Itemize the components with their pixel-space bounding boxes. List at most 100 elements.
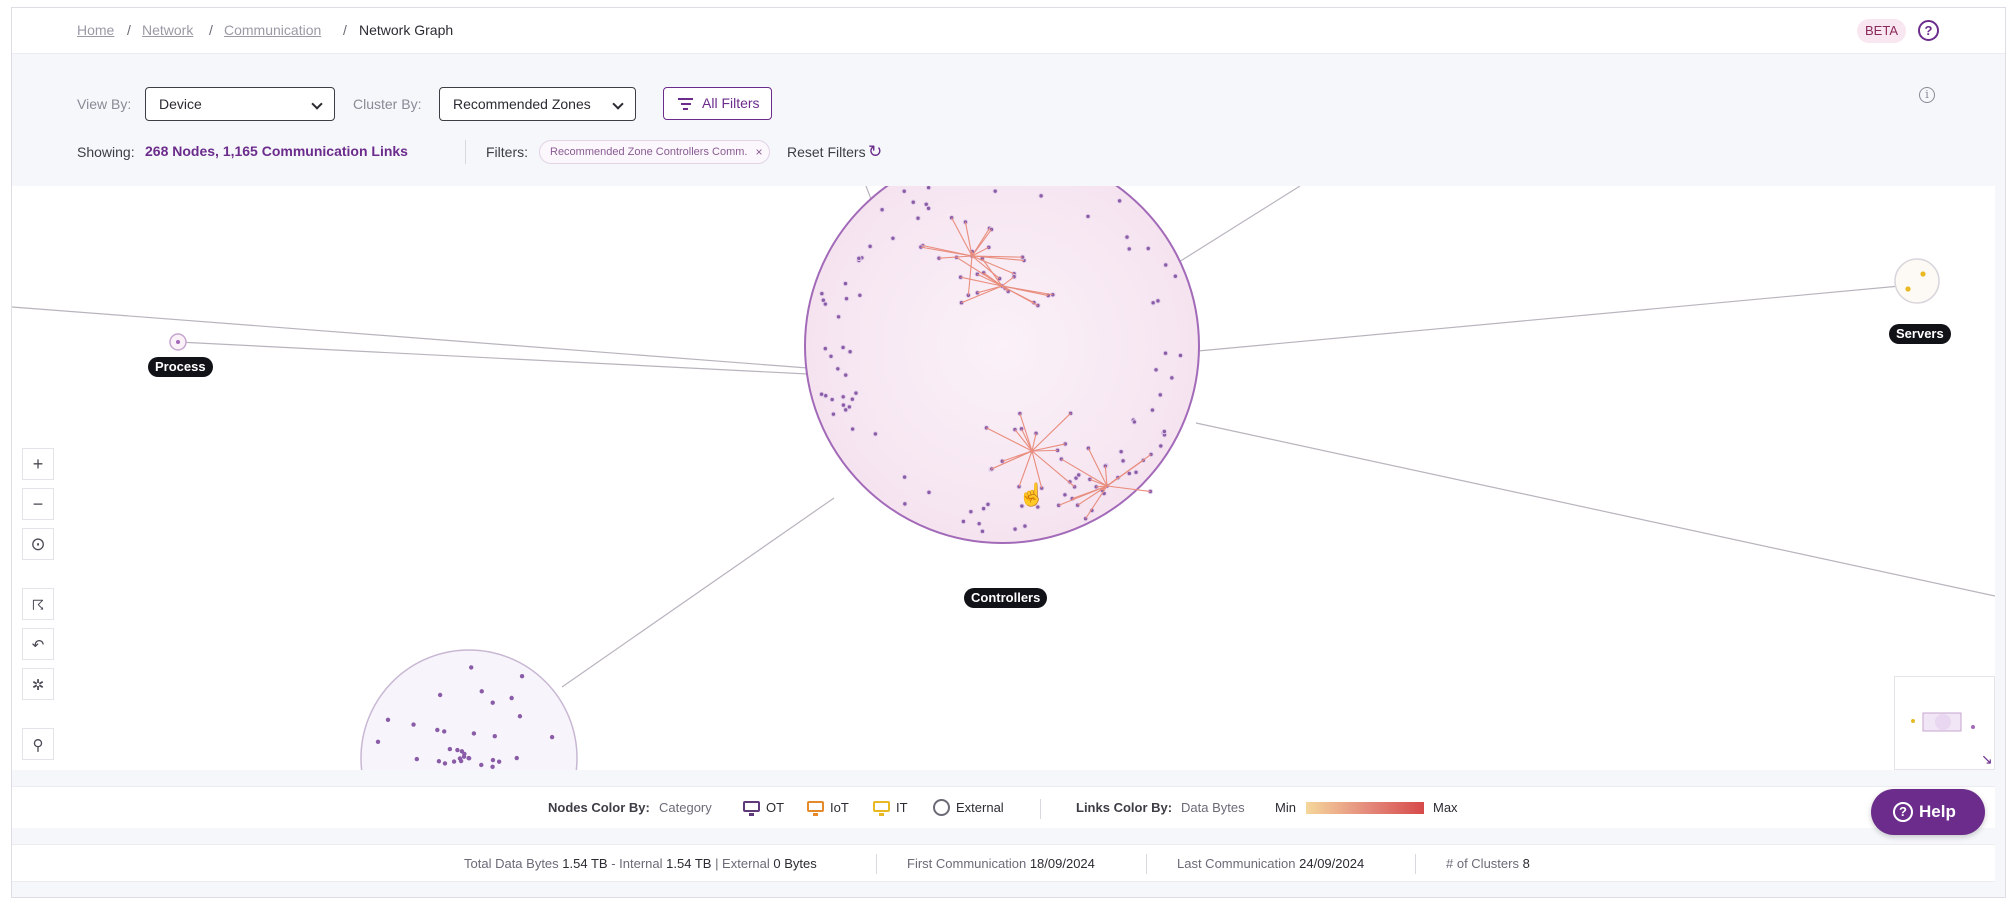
layout-button[interactable]: ✲ [22, 668, 54, 700]
breadcrumb-network[interactable]: Network [142, 22, 193, 38]
device-node[interactable] [915, 215, 921, 221]
device-node[interactable] [840, 344, 846, 351]
view-by-select[interactable]: Device [145, 87, 335, 121]
device-node[interactable] [471, 731, 477, 736]
device-node[interactable] [490, 700, 495, 705]
network-graph-canvas[interactable]: Process Controllers Servers ☝ + − ⊙ ☈ ↶ … [12, 186, 1995, 770]
reset-filters-button[interactable]: Reset Filters [787, 144, 866, 160]
info-icon[interactable]: i [1919, 87, 1935, 103]
device-node[interactable] [1177, 352, 1184, 359]
device-node[interactable] [1087, 476, 1093, 483]
device-node[interactable] [466, 756, 472, 761]
device-node[interactable] [1163, 262, 1169, 268]
device-node[interactable] [926, 489, 932, 496]
device-node[interactable] [819, 290, 825, 297]
device-node[interactable] [840, 402, 847, 408]
device-node[interactable] [457, 756, 463, 761]
device-node[interactable] [435, 727, 440, 733]
device-node[interactable] [983, 425, 990, 431]
device-node[interactable] [1120, 458, 1126, 464]
device-node[interactable] [901, 188, 907, 194]
paint-button[interactable]: ☈ [22, 588, 54, 620]
device-node[interactable] [436, 759, 442, 764]
device-node[interactable] [974, 271, 981, 277]
device-node[interactable] [1022, 523, 1028, 529]
device-node[interactable] [856, 255, 862, 262]
device-node[interactable] [835, 314, 842, 320]
device-node[interactable] [840, 394, 846, 400]
device-node[interactable] [902, 501, 908, 507]
device-node[interactable] [479, 689, 484, 694]
device-node[interactable] [1062, 492, 1068, 498]
device-node[interactable] [968, 508, 974, 515]
device-node[interactable] [1124, 234, 1130, 240]
zoom-in-button[interactable]: + [22, 448, 54, 480]
device-node[interactable] [828, 353, 834, 360]
controllers-cluster[interactable] [804, 186, 1200, 544]
device-node[interactable] [1149, 407, 1156, 413]
close-icon[interactable]: × [755, 141, 762, 163]
device-node[interactable] [867, 243, 873, 250]
device-node[interactable] [986, 244, 992, 251]
device-node[interactable] [492, 734, 497, 739]
device-node[interactable] [1118, 448, 1124, 455]
device-node[interactable] [843, 372, 849, 378]
device-node[interactable] [469, 665, 474, 670]
search-button[interactable]: ⚲ [22, 728, 54, 760]
device-node[interactable] [514, 755, 519, 761]
recenter-button[interactable]: ⊙ [22, 528, 54, 560]
device-node[interactable] [479, 762, 484, 768]
unnamed-cluster[interactable] [360, 649, 578, 770]
device-node[interactable] [910, 199, 916, 205]
zoom-out-button[interactable]: − [22, 488, 54, 520]
device-node[interactable] [490, 757, 496, 763]
device-node[interactable] [1133, 469, 1139, 475]
device-node[interactable] [437, 692, 443, 698]
device-node[interactable] [414, 756, 420, 762]
device-node[interactable] [490, 764, 495, 769]
device-node[interactable] [847, 349, 853, 355]
device-node[interactable] [451, 759, 457, 764]
device-node[interactable] [923, 201, 929, 208]
all-filters-button[interactable]: All Filters [663, 87, 772, 120]
device-node[interactable] [1157, 392, 1163, 398]
device-node[interactable] [375, 739, 381, 744]
device-node[interactable] [455, 747, 460, 753]
device-node[interactable] [1038, 193, 1044, 199]
device-node[interactable] [509, 695, 514, 701]
device-node[interactable] [549, 734, 555, 740]
device-node[interactable] [1172, 273, 1179, 279]
device-node[interactable] [1162, 350, 1169, 356]
device-node[interactable] [843, 295, 850, 302]
device-node[interactable] [985, 501, 991, 508]
device-node[interactable] [958, 300, 965, 306]
servers-cluster[interactable] [1894, 258, 1940, 304]
cluster-label-servers[interactable]: Servers [1889, 324, 1951, 344]
device-node[interactable] [960, 518, 967, 525]
device-node[interactable] [830, 411, 837, 417]
device-node[interactable] [1158, 443, 1164, 449]
device-node[interactable] [979, 528, 986, 535]
device-node[interactable] [879, 207, 885, 213]
device-node[interactable] [835, 366, 841, 372]
device-node[interactable] [1076, 472, 1082, 478]
device-node[interactable] [992, 188, 998, 194]
device-node[interactable] [846, 404, 853, 410]
filter-chip[interactable]: Recommended Zone Controllers Comm. × [539, 140, 771, 164]
device-node[interactable] [842, 280, 849, 287]
device-node[interactable] [442, 729, 447, 734]
device-node[interactable] [857, 292, 863, 298]
device-node[interactable] [829, 396, 835, 403]
device-node[interactable] [442, 761, 448, 766]
cluster-label-process[interactable]: Process [148, 357, 213, 377]
device-node[interactable] [1155, 298, 1161, 304]
breadcrumb-communication[interactable]: Communication [224, 22, 321, 38]
device-node[interactable] [385, 717, 391, 723]
device-node[interactable] [901, 474, 908, 480]
help-button[interactable]: ? Help [1871, 789, 1985, 835]
help-circle-icon[interactable]: ? [1918, 20, 1939, 41]
device-node[interactable] [1131, 419, 1138, 425]
device-node[interactable] [462, 751, 467, 757]
device-node[interactable] [853, 390, 859, 396]
device-node[interactable] [822, 345, 829, 352]
